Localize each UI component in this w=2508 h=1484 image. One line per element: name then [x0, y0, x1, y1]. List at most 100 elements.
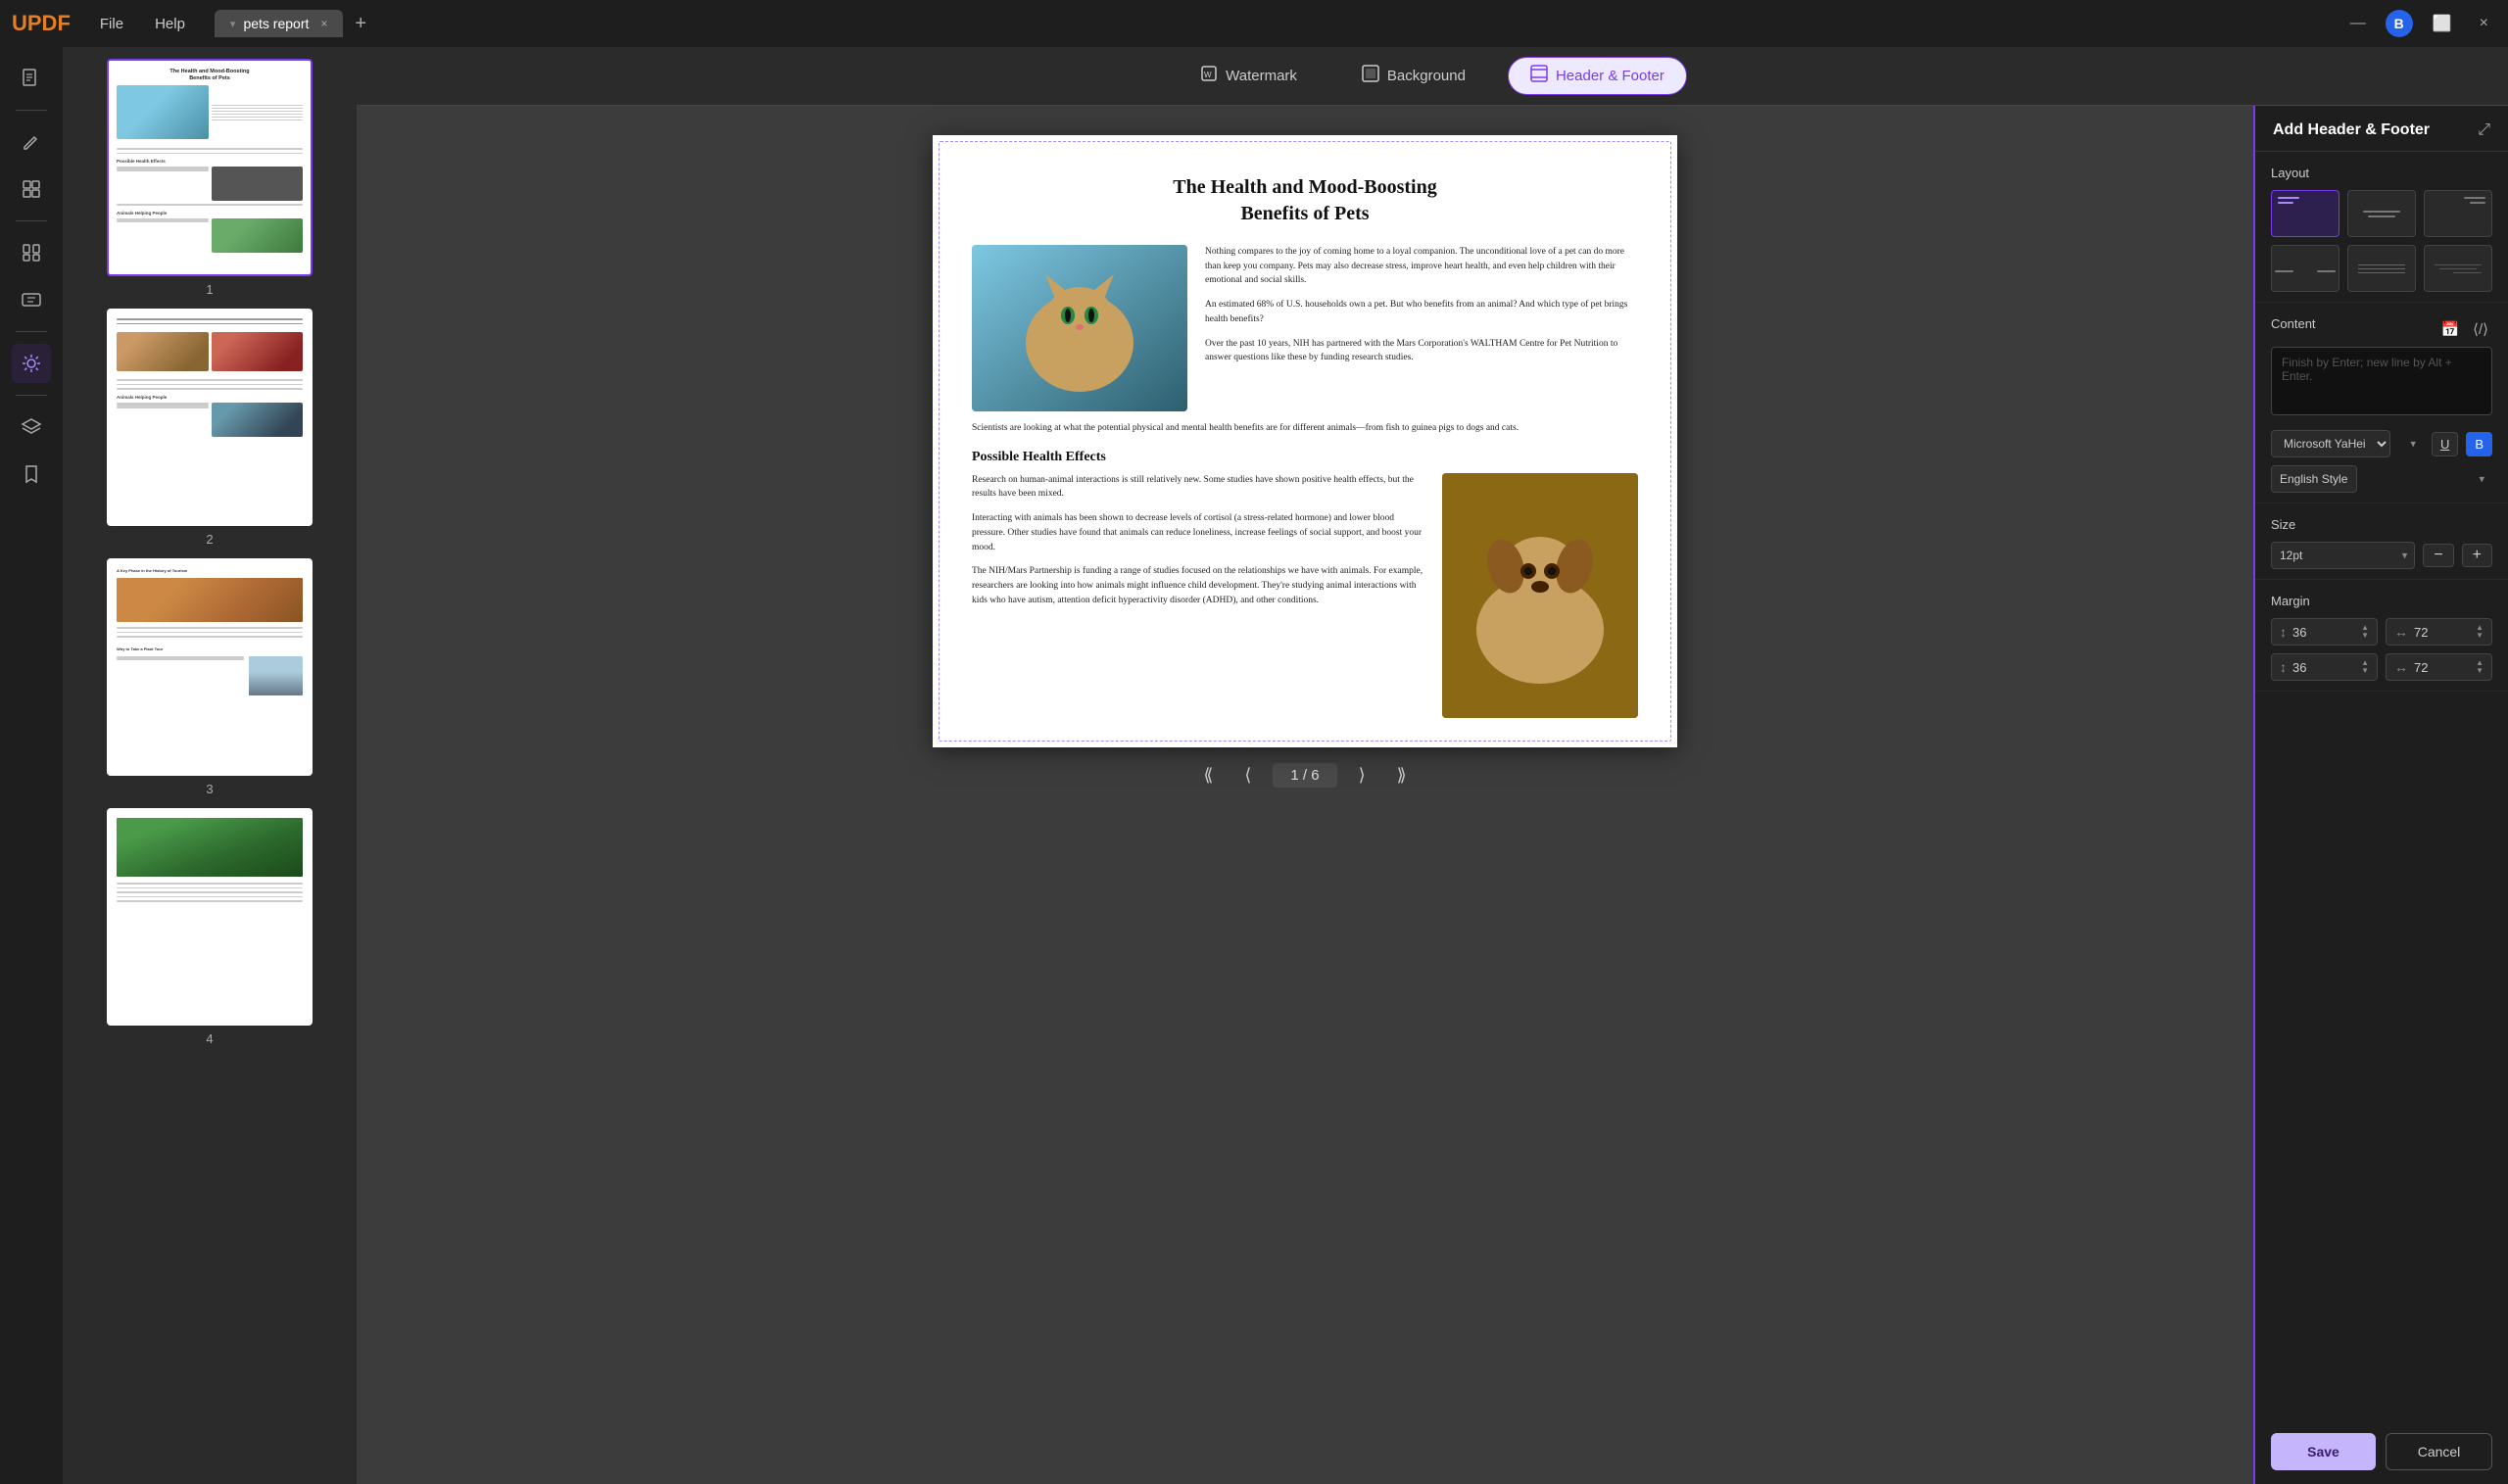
thumb-box-1[interactable]: The Health and Mood-BoostingBenefits of … [107, 59, 313, 276]
window-minimize-btn[interactable]: — [2342, 13, 2374, 34]
style-select[interactable]: English Style [2271, 465, 2357, 493]
layout-option-3[interactable] [2424, 190, 2492, 237]
pdf-bottom-row: Research on human-animal interactions is… [972, 473, 1638, 718]
header-footer-icon [1530, 65, 1548, 87]
margin-right-down[interactable]: ▼ [2476, 632, 2484, 640]
calendar-icon-btn[interactable]: 📅 [2436, 318, 2463, 340]
page-separator: / [1303, 767, 1311, 784]
pdf-para-3: Over the past 10 years, NIH has partnere… [1205, 337, 1638, 365]
thumb-box-2[interactable]: Animals Helping People [107, 309, 313, 526]
layout-option-6[interactable] [2424, 245, 2492, 292]
layout-label: Layout [2271, 166, 2492, 180]
user-avatar[interactable]: B [2386, 10, 2413, 37]
thumbnail-page-4[interactable]: 4 [71, 808, 349, 1046]
margin-bottom-item: ↕ 36 ▲ ▼ [2271, 653, 2378, 681]
current-page: 1 [1290, 767, 1298, 784]
background-btn[interactable]: Background [1339, 57, 1488, 95]
toolbar: W Watermark Background Header & Footer [357, 47, 2508, 106]
pdf-page-right: Nothing compares to the joy of coming ho… [1205, 245, 1638, 411]
thumbnail-page-1[interactable]: The Health and Mood-BoostingBenefits of … [71, 59, 349, 297]
size-select-wrapper: 12pt [2271, 542, 2415, 569]
font-row: Microsoft YaHei U B [2271, 430, 2492, 457]
layout-option-5[interactable] [2347, 245, 2416, 292]
menu-help[interactable]: Help [141, 12, 199, 36]
margin-right-spinner: ▲ ▼ [2476, 624, 2484, 640]
window-close-btn[interactable]: × [2472, 13, 2496, 34]
content-icons: 📅 ⟨/⟩ [2436, 318, 2492, 340]
layout-options-grid [2271, 190, 2492, 292]
thumbnail-page-2[interactable]: Animals Helping People 2 [71, 309, 349, 547]
style-select-wrapper: English Style [2271, 465, 2492, 493]
panel-footer: Save Cancel [2255, 1419, 2508, 1484]
page-navigation: ⟪ ⟨ 1 / 6 ⟩ ⟫ [933, 747, 1677, 803]
margin-bottom-down[interactable]: ▼ [2361, 667, 2369, 675]
pdf-page-left [972, 245, 1187, 411]
size-increase-btn[interactable]: + [2462, 544, 2492, 567]
margin-top-spinner: ▲ ▼ [2361, 624, 2369, 640]
new-tab-btn[interactable]: + [347, 13, 374, 35]
margin-bottom-icon: ↕ [2280, 659, 2287, 675]
watermark-btn[interactable]: W Watermark [1178, 57, 1320, 95]
sidebar-divider-3 [16, 331, 47, 332]
panel-expand-icon[interactable]: ⤢ [2478, 121, 2490, 139]
size-decrease-btn[interactable]: − [2423, 544, 2453, 567]
font-select-wrapper: Microsoft YaHei [2271, 430, 2424, 457]
margin-label: Margin [2271, 594, 2492, 608]
tab-dropdown-icon: ▾ [230, 18, 236, 30]
content-label: Content [2271, 316, 2316, 331]
bold-btn[interactable]: B [2466, 432, 2492, 456]
right-panel: Add Header & Footer ⤢ Layout [2253, 106, 2508, 1484]
tab-pets-report[interactable]: ▾ pets report × [215, 10, 343, 37]
thumb-label-2: 2 [206, 532, 213, 547]
thumb-box-4[interactable] [107, 808, 313, 1026]
font-select[interactable]: Microsoft YaHei [2271, 430, 2390, 457]
dog-image [1442, 473, 1638, 718]
next-page-btn[interactable]: ⟩ [1349, 761, 1375, 790]
thumb-box-3[interactable]: A Key Phase in the History of Tourism Wh… [107, 558, 313, 776]
bookmark-icon-btn[interactable] [12, 455, 51, 494]
main-layout: ‹ The Health and Mood-BoostingBenefits o… [0, 47, 2508, 1484]
thumb3-title: A Key Phase in the History of Tourism [117, 568, 303, 573]
pdf-body-2: Interacting with animals has been shown … [972, 511, 1426, 554]
first-page-btn[interactable]: ⟪ [1193, 761, 1223, 790]
layout-option-2[interactable] [2347, 190, 2416, 237]
tools-icon-btn[interactable] [12, 344, 51, 383]
document-icon-btn[interactable] [12, 59, 51, 98]
margin-top-down[interactable]: ▼ [2361, 632, 2369, 640]
save-button[interactable]: Save [2271, 1433, 2376, 1470]
cat-image [972, 245, 1187, 411]
last-page-btn[interactable]: ⟫ [1387, 761, 1417, 790]
pdf-page-title: The Health and Mood-Boosting Benefits of… [972, 174, 1638, 227]
code-icon-btn[interactable]: ⟨/⟩ [2469, 318, 2492, 340]
window-restore-btn[interactable]: ⬜ [2425, 12, 2460, 35]
content-input[interactable] [2271, 347, 2492, 415]
tab-close-btn[interactable]: × [320, 17, 327, 30]
thumbnails-panel: ‹ The Health and Mood-BoostingBenefits o… [63, 47, 357, 1484]
menu-file[interactable]: File [86, 12, 137, 36]
edit-icon-btn[interactable] [12, 169, 51, 209]
margin-top-item: ↕ 36 ▲ ▼ [2271, 618, 2378, 646]
margin-left-down[interactable]: ▼ [2476, 667, 2484, 675]
margin-grid: ↕ 36 ▲ ▼ ↔ 72 ▲ [2271, 618, 2492, 681]
pdf-viewer[interactable]: The Health and Mood-Boosting Benefits of… [357, 106, 2253, 1484]
title-bar: UPDF File Help ▾ pets report × + — B ⬜ × [0, 0, 2508, 47]
window-controls: — B ⬜ × [2342, 10, 2496, 37]
doc-area: The Health and Mood-Boosting Benefits of… [357, 106, 2508, 1484]
organize-icon-btn[interactable] [12, 233, 51, 272]
header-footer-btn[interactable]: Header & Footer [1508, 57, 1687, 95]
style-select-row: English Style [2271, 465, 2492, 493]
layout-option-1[interactable] [2271, 190, 2339, 237]
annotate-icon-btn[interactable] [12, 122, 51, 162]
layers-icon-btn[interactable] [12, 407, 51, 447]
underline-btn[interactable]: U [2432, 432, 2458, 456]
margin-right-value: 72 [2414, 625, 2470, 640]
margin-left-icon: ↔ [2394, 659, 2408, 675]
forms-icon-btn[interactable] [12, 280, 51, 319]
cancel-button[interactable]: Cancel [2386, 1433, 2492, 1470]
margin-top-value: 36 [2292, 625, 2355, 640]
size-select[interactable]: 12pt [2271, 542, 2415, 569]
thumbnail-page-3[interactable]: A Key Phase in the History of Tourism Wh… [71, 558, 349, 796]
layout-option-4[interactable] [2271, 245, 2339, 292]
prev-page-btn[interactable]: ⟨ [1234, 761, 1261, 790]
thumb3-subtitle: Why to Take a Plant Tour [117, 646, 303, 651]
